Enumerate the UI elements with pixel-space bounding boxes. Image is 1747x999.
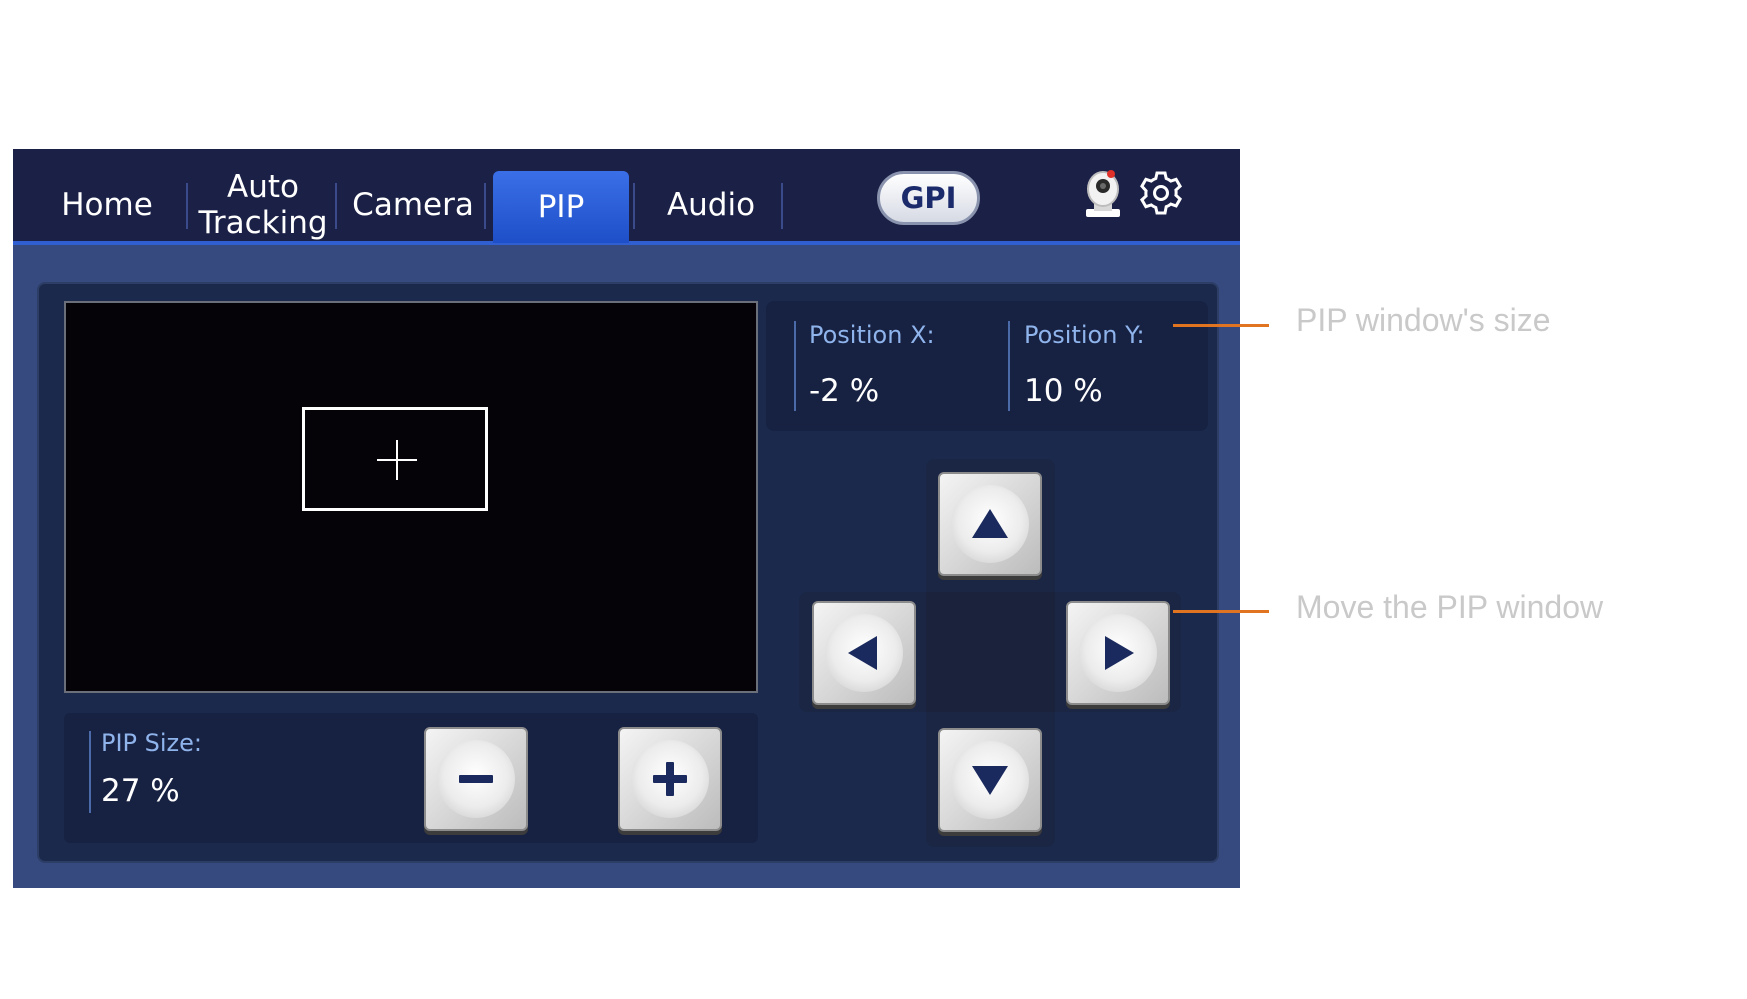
pip-window-marker[interactable] [302,407,488,511]
size-callout-text: PIP window's size [1296,302,1551,338]
move-down-button[interactable] [938,728,1042,832]
ptz-camera-icon[interactable] [1080,169,1126,221]
move-up-button[interactable] [938,472,1042,576]
move-left-button[interactable] [812,601,916,705]
tab-camera-label: Camera [352,187,474,223]
tab-audio[interactable]: Audio [641,169,781,241]
position-x-value: -2 % [809,373,880,409]
tab-audio-label: Audio [666,187,756,223]
tab-auto-tracking-label-line2: Tracking [198,205,328,241]
top-nav-bar: Home Auto Tracking Camera PIP Audio GPI [13,149,1240,245]
tab-auto-tracking[interactable]: Auto Tracking [193,169,333,241]
arrow-down-icon [951,741,1029,819]
tab-pip-label: PIP [537,189,585,225]
tab-separator [484,183,486,229]
pip-size-panel: PIP Size: 27 % [64,713,758,843]
tab-pip[interactable]: PIP [493,171,629,243]
tab-home[interactable]: Home [39,169,175,241]
gpi-button-label: GPI [900,181,957,215]
crosshair-vertical [396,440,398,480]
field-divider [1008,321,1010,411]
gpi-button[interactable]: GPI [877,171,980,225]
arrow-up-icon [951,485,1029,563]
pip-size-decrease-button[interactable] [424,727,528,831]
tab-camera[interactable]: Camera [343,169,483,241]
move-callout-line [1173,610,1269,613]
tab-separator [335,183,337,229]
tab-separator [633,183,635,229]
pip-size-value: 27 % [101,773,180,809]
tab-separator [781,183,783,229]
arrow-left-icon [825,614,903,692]
move-callout-text: Move the PIP window [1296,589,1604,625]
gear-icon[interactable] [1137,169,1185,217]
tab-auto-tracking-label-line1: Auto [227,169,299,205]
arrow-right-icon [1079,614,1157,692]
tab-home-label: Home [61,187,153,223]
pip-control-window: Home Auto Tracking Camera PIP Audio GPI [13,149,1240,888]
position-y-label: Position Y: [1024,321,1145,349]
position-x-label: Position X: [809,321,935,349]
field-divider [794,321,796,411]
pip-size-increase-button[interactable] [618,727,722,831]
pip-size-label: PIP Size: [101,729,203,757]
minus-icon [437,740,515,818]
move-right-button[interactable] [1066,601,1170,705]
tab-separator [186,183,188,229]
position-y-value: 10 % [1024,373,1103,409]
pip-preview[interactable] [64,301,758,693]
plus-icon [631,740,709,818]
dpad-center [926,592,1055,712]
position-panel: Position X: -2 % Position Y: 10 % [766,301,1208,431]
size-callout-line [1173,324,1269,327]
field-divider [89,731,91,813]
